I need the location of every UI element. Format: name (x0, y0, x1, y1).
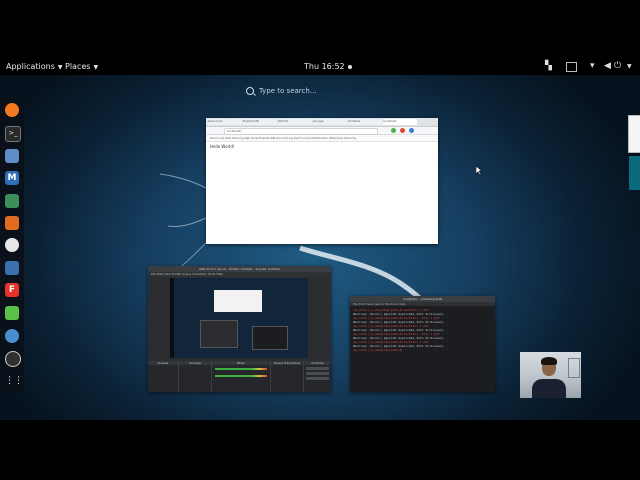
cherrytree-icon[interactable] (5, 329, 19, 343)
person-hair (541, 357, 557, 365)
search-placeholder: Type to search… (259, 87, 317, 95)
url-field[interactable]: localhost/ (224, 128, 378, 135)
terminal-window[interactable]: root@kali: ~/Desktop/pdfs File Edit View… (350, 296, 495, 392)
beef-icon[interactable] (5, 261, 19, 275)
sources-panel[interactable]: Sources (179, 361, 212, 392)
audio-meter (215, 368, 267, 370)
obs-preview (170, 278, 308, 358)
control-button[interactable] (306, 367, 329, 370)
power-icon[interactable]: ⏻ (614, 61, 621, 71)
obs-window[interactable]: OBS 22.0.3 (linux) - Profile: Untitled -… (148, 266, 331, 392)
workspace-icon[interactable]: ▚ (545, 61, 552, 71)
panel-header: Mixer (212, 361, 270, 365)
dock: >_ M F ⋮⋮ (0, 98, 24, 392)
search-icon (246, 87, 254, 95)
workspace-thumbnail[interactable] (629, 156, 640, 190)
terminal-line: r@-(kali)-[~/Desktop/pdfs]# (353, 348, 402, 352)
browser-tab[interactable]: YouTube (348, 119, 382, 125)
maltego-icon[interactable] (5, 238, 19, 252)
preview-dock (170, 278, 174, 358)
chevron-down-icon: ▼ (93, 64, 99, 71)
keyboard-layout-icon[interactable] (566, 62, 577, 72)
panel-header: Sources (179, 361, 211, 365)
extension-icon[interactable] (409, 128, 414, 133)
obs-icon[interactable] (5, 351, 21, 367)
panel-header: Scene Transitions (271, 361, 303, 365)
volume-icon[interactable]: ◀ (604, 61, 611, 71)
panel-header: Scenes (148, 361, 178, 365)
panel-header: Controls (304, 361, 331, 365)
show-apps-icon[interactable]: ⋮⋮ (5, 374, 23, 388)
browser-tab[interactable]: GitHub (278, 119, 312, 125)
firefox-icon[interactable] (5, 103, 19, 117)
bookmarks-bar[interactable]: Kali Linux Kali Training Kali Tools Expl… (206, 135, 438, 142)
browser-toolbar: localhost/ (206, 127, 438, 135)
files-icon[interactable] (5, 149, 19, 163)
webcam-overlay (520, 352, 581, 398)
armitage-icon[interactable] (5, 194, 19, 208)
transitions-panel[interactable]: Scene Transitions (271, 361, 304, 392)
preview-obs-window (200, 320, 238, 348)
network-wireless-icon[interactable]: ▾ (590, 61, 595, 71)
control-button[interactable] (306, 377, 329, 380)
browser-window[interactable]: Kali Linux Exploit-DB GitHub Google YouT… (206, 118, 438, 244)
leafpad-icon[interactable] (5, 306, 19, 320)
person-body (532, 379, 566, 398)
browser-tab[interactable]: Google (313, 119, 347, 125)
clock-label: Thu 16:52 (304, 62, 345, 71)
chevron-down-icon: ▼ (57, 64, 63, 71)
audio-meter (215, 375, 267, 377)
menu-bar[interactable]: File Edit View Profile Scene Collection … (148, 272, 331, 277)
applications-label: Applications (6, 62, 55, 71)
obs-docks: Scenes Sources Mixer Scene Transitions C… (148, 361, 331, 392)
extension-icon[interactable] (391, 128, 396, 133)
metasploit-icon[interactable]: M (5, 171, 19, 185)
page-content: Hello World! (210, 144, 235, 149)
preview-browser-window (214, 290, 262, 312)
chevron-down-icon[interactable]: ▼ (627, 63, 632, 70)
search-field[interactable]: Type to search… (246, 87, 406, 99)
terminal-output[interactable]: r@-(kali)-[~/Desktop/pdfs]# exiftool 1.p… (350, 306, 495, 354)
top-panel: Applications ▼ Places ▼ Thu 16:52 ▚ ▾ ◀ ⏻ … (0, 58, 640, 75)
mixer-panel[interactable]: Mixer (212, 361, 271, 392)
control-button[interactable] (306, 372, 329, 375)
applications-menu[interactable]: Applications ▼ (6, 62, 63, 71)
partial-window-thumbnail[interactable] (628, 115, 640, 153)
wall-frame (568, 358, 580, 378)
places-label: Places (65, 62, 91, 71)
terminal-icon[interactable]: >_ (5, 126, 21, 142)
extension-icon[interactable] (400, 128, 405, 133)
browser-tab-active[interactable]: localhost (383, 119, 417, 125)
clock[interactable]: Thu 16:52 (304, 62, 352, 71)
burpsuite-icon[interactable] (5, 216, 19, 230)
places-menu[interactable]: Places ▼ (65, 62, 98, 71)
notification-dot-icon (347, 64, 352, 69)
browser-tab[interactable]: Exploit-DB (243, 119, 277, 125)
browser-tab-strip: Kali Linux Exploit-DB GitHub Google YouT… (206, 118, 438, 127)
preview-terminal-window (252, 326, 288, 350)
scenes-panel[interactable]: Scenes (148, 361, 179, 392)
browser-tab[interactable]: Kali Linux (208, 119, 242, 125)
controls-panel[interactable]: Controls (304, 361, 331, 392)
faraday-icon[interactable]: F (5, 283, 19, 297)
mouse-cursor-icon (476, 166, 483, 176)
